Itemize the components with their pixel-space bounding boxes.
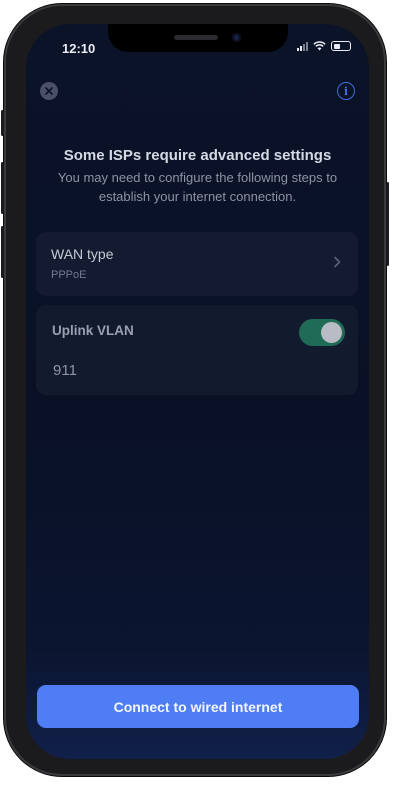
status-icons <box>297 41 351 51</box>
connect-wired-button[interactable]: Connect to wired internet <box>37 685 359 728</box>
battery-icon <box>331 41 351 51</box>
wan-type-value: PPPoE <box>51 269 87 281</box>
chevron-right-icon <box>334 256 341 268</box>
page-subtitle: You may need to configure the following … <box>57 170 338 204</box>
info-button[interactable]: i <box>337 82 355 100</box>
page-title: Some ISPs require advanced settings <box>63 147 332 164</box>
uplink-vlan-value[interactable]: 911 <box>53 362 77 379</box>
camera <box>232 33 241 42</box>
toggle-knob <box>321 322 342 343</box>
side-button <box>1 162 4 214</box>
side-button <box>386 182 389 266</box>
wan-type-label: WAN type <box>51 246 114 262</box>
info-icon: i <box>343 84 349 98</box>
uplink-vlan-label: Uplink VLAN <box>52 323 134 338</box>
wan-type-row[interactable]: WAN type PPPoE <box>36 232 358 296</box>
wifi-icon <box>313 41 326 51</box>
status-time: 12:10 <box>62 41 96 56</box>
side-button <box>1 110 4 136</box>
side-button <box>1 226 4 278</box>
signal-icon <box>297 41 308 51</box>
app-screen: 12:10 i Some ISPs require advanced setti… <box>26 24 369 759</box>
close-button[interactable] <box>40 82 58 100</box>
uplink-vlan-toggle[interactable] <box>299 319 345 346</box>
close-icon <box>45 87 53 95</box>
notch <box>108 24 288 52</box>
uplink-vlan-card: Uplink VLAN 911 <box>36 305 358 395</box>
phone-frame: 12:10 i Some ISPs require advanced setti… <box>1 4 389 776</box>
speaker <box>174 35 218 40</box>
